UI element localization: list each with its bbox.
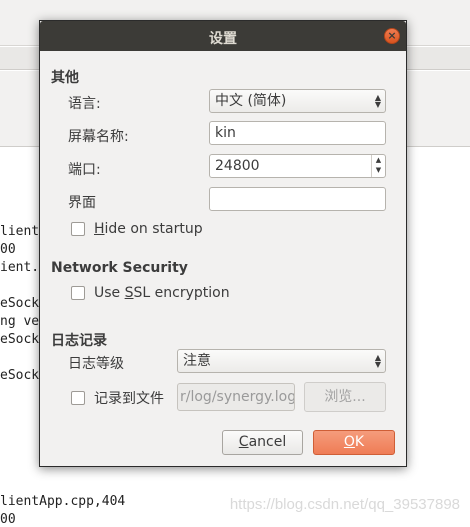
section-network-security: Network Security bbox=[51, 260, 188, 276]
log-fragment: ient. bbox=[0, 260, 40, 275]
hide-on-startup-checkbox[interactable]: Hide on startup bbox=[71, 221, 203, 237]
hide-on-startup-label: Hide on startup bbox=[94, 221, 203, 237]
interface-input[interactable] bbox=[209, 187, 386, 211]
language-label: 语言: bbox=[68, 96, 101, 112]
interface-label: 界面 bbox=[68, 195, 96, 211]
chevron-updown-icon: ▲ ▼ bbox=[374, 353, 381, 369]
log-fragment: ng ve bbox=[0, 314, 40, 329]
settings-dialog: 设置 × 其他 语言: 中文 (简体) ▲ ▼ 屏幕名称: kin 端口: 248… bbox=[39, 20, 407, 467]
screen-name-label: 屏幕名称: bbox=[68, 129, 129, 145]
port-value: 24800 bbox=[215, 158, 260, 174]
chevron-updown-icon: ▲ ▼ bbox=[374, 93, 381, 109]
log-fragment: 00 bbox=[0, 242, 16, 257]
port-label: 端口: bbox=[68, 162, 101, 178]
log-file-path-input[interactable]: r/log/synergy.log bbox=[177, 383, 295, 411]
ok-button[interactable]: OK bbox=[313, 430, 395, 455]
log-level-label: 日志等级 bbox=[68, 356, 124, 372]
log-fragment: eSock bbox=[0, 296, 40, 311]
checkbox-box[interactable] bbox=[71, 222, 85, 236]
ok-mnemonic: O bbox=[343, 434, 355, 450]
use-ssl-label: Use SSL encryption bbox=[94, 285, 230, 301]
cancel-button[interactable]: Cancel bbox=[222, 430, 303, 455]
cancel-mnemonic: C bbox=[238, 434, 249, 450]
dialog-title: 设置 bbox=[209, 31, 237, 47]
log-fragment: lient bbox=[0, 224, 40, 239]
dialog-titlebar[interactable]: 设置 × bbox=[40, 21, 406, 51]
log-fragment: eSock bbox=[0, 332, 40, 347]
watermark: https://blog.csdn.net/qq_39537898 bbox=[229, 496, 460, 513]
browse-button[interactable]: 浏览... bbox=[304, 382, 386, 412]
language-select-value: 中文 (简体) bbox=[215, 93, 287, 109]
port-spinbox[interactable]: 24800 ▲ ▼ bbox=[209, 154, 386, 178]
checkbox-box[interactable] bbox=[71, 391, 85, 405]
section-other: 其他 bbox=[51, 70, 79, 86]
use-ssl-checkbox[interactable]: Use SSL encryption bbox=[71, 285, 230, 301]
log-fragment: eSock bbox=[0, 368, 40, 383]
log-level-value: 注意 bbox=[183, 353, 211, 369]
checkbox-box[interactable] bbox=[71, 286, 85, 300]
ok-label: K bbox=[354, 434, 365, 450]
section-logging: 日志记录 bbox=[51, 333, 107, 349]
close-icon[interactable]: × bbox=[384, 28, 400, 44]
spin-arrows-icon[interactable]: ▲ ▼ bbox=[371, 155, 385, 177]
log-to-file-label: 记录到文件 bbox=[94, 391, 164, 407]
screen-name-input[interactable]: kin bbox=[209, 121, 386, 145]
log-level-select[interactable]: 注意 ▲ ▼ bbox=[177, 349, 386, 373]
language-select[interactable]: 中文 (简体) ▲ ▼ bbox=[209, 89, 386, 113]
cancel-label: ancel bbox=[248, 434, 287, 450]
log-to-file-checkbox[interactable]: 记录到文件 bbox=[71, 388, 164, 408]
log-line: lientApp.cpp,404 bbox=[0, 494, 126, 509]
